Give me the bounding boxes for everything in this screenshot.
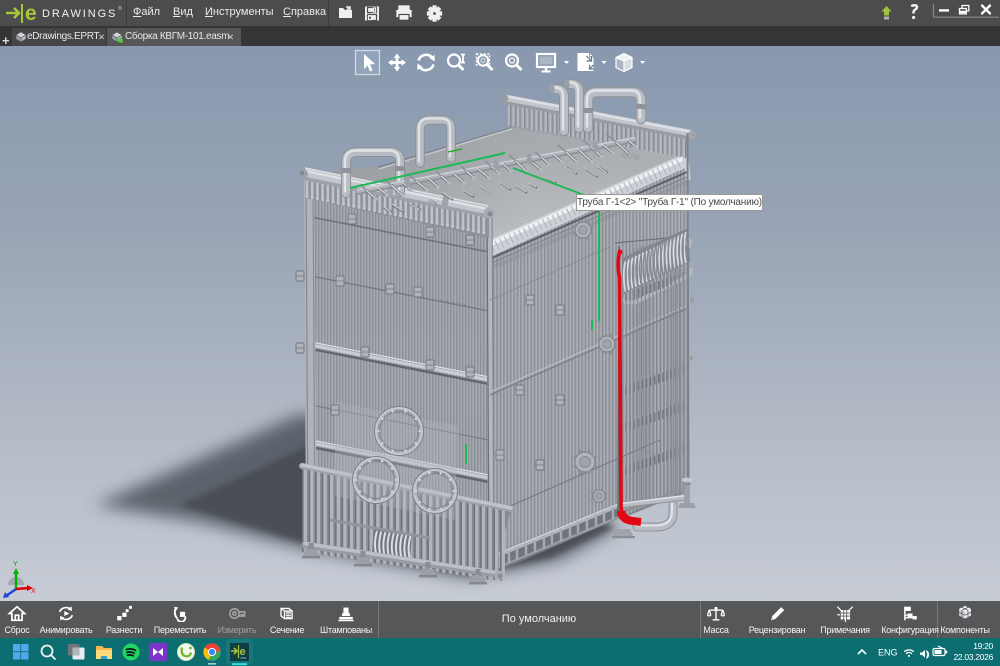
svg-text:e: e <box>25 2 37 25</box>
svg-text:X: X <box>31 588 36 595</box>
svg-text:Y: Y <box>13 561 18 568</box>
svg-text:eas: eas <box>241 656 247 660</box>
svg-text:®: ® <box>118 5 122 12</box>
svg-text:ENG: ENG <box>878 648 898 658</box>
svg-text:DRAWINGS: DRAWINGS <box>42 8 117 20</box>
